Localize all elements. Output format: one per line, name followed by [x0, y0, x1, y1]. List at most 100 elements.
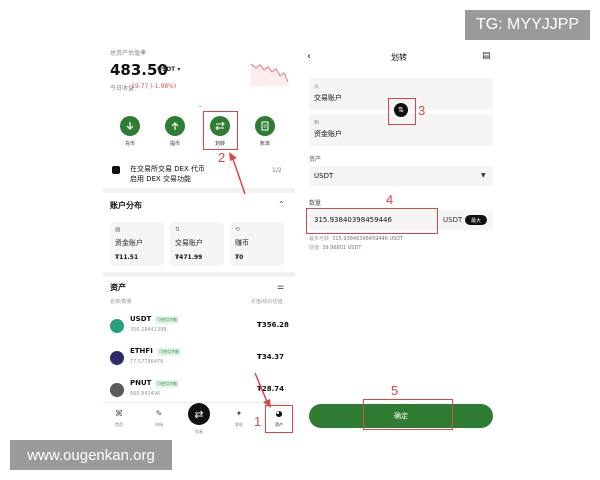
- quantity-unit: USDT: [443, 216, 463, 224]
- to-label: 到: [314, 120, 320, 126]
- earn-account-name: 赚币: [235, 239, 249, 247]
- quantity-label: 数量: [309, 200, 322, 207]
- trading-account-card[interactable]: ⇅ 交易账户 ₮471.99: [170, 222, 224, 266]
- nav-discover[interactable]: ✦ 发现: [227, 409, 251, 428]
- asset-label: 资产: [309, 156, 322, 163]
- funding-account-value: ₮11.51: [115, 254, 139, 261]
- withdraw-label: 提币: [169, 141, 180, 147]
- bill-icon: [255, 116, 275, 136]
- record-icon[interactable]: ▤: [482, 51, 491, 61]
- screenshot-canvas: 总资产估值 ◉ 483.50 USDT ▾ 今日收益 -19.77 (-1.98…: [0, 0, 600, 480]
- nav-trade-label: 交易: [195, 429, 203, 434]
- asset-tag: 可使用余额: [155, 380, 179, 388]
- ethfi-logo-icon: [110, 351, 124, 365]
- earn-icon: ⟲: [235, 226, 241, 233]
- nav-home-label: 首页: [115, 422, 123, 427]
- balance-sparkline: [251, 63, 289, 86]
- valuation-label: 估值: [309, 245, 320, 251]
- asset-amount: ₮34.37: [257, 353, 285, 361]
- discover-icon: ✦: [235, 409, 243, 418]
- valuation-value: 39.96801 USDT: [322, 245, 362, 251]
- chevron-up-icon[interactable]: ⌃: [278, 200, 285, 209]
- arrow-icon: [254, 372, 271, 408]
- divider: [103, 272, 295, 277]
- page-title: 划转: [391, 53, 407, 62]
- asset-symbol: PNUT: [130, 379, 152, 387]
- column-header-value: 价值/现价估值: [251, 299, 283, 305]
- wallet-icon: [112, 166, 120, 174]
- site-watermark: www.ougenkan.org: [10, 440, 172, 470]
- asset-qty: 665.843496: [130, 391, 161, 397]
- arrow-icon: [229, 152, 246, 195]
- asset-symbol: USDT: [130, 315, 152, 323]
- earn-account-value: ₮0: [235, 254, 244, 261]
- asset-tag: 可使用余额: [155, 316, 179, 324]
- funding-account-name: 资金账户: [115, 239, 143, 247]
- asset-row-usdt[interactable]: USDT 可使用余额 356.28441398 ₮356.28: [103, 313, 295, 345]
- market-icon: ✎: [155, 409, 163, 418]
- step-3-label: 3: [418, 103, 426, 118]
- step-5-label: 5: [391, 383, 399, 398]
- highlight-swap: [388, 98, 416, 125]
- from-value: 交易账户: [314, 94, 342, 102]
- valuation-line: 估值 39.96801 USDT: [309, 244, 361, 251]
- trade-icon[interactable]: ⇄: [188, 403, 210, 425]
- tg-watermark: TG: MYYJJPP: [465, 10, 590, 40]
- asset-qty: 77.57786476: [130, 359, 164, 365]
- nav-market[interactable]: ✎ 市场: [147, 409, 171, 428]
- usdt-logo-icon: [110, 319, 124, 333]
- highlight-confirm: [363, 399, 453, 430]
- to-value: 资金账户: [314, 130, 342, 138]
- nav-trade[interactable]: 交易: [187, 429, 211, 435]
- step-1-label: 1: [254, 414, 262, 429]
- column-header-name: 名称/数量: [110, 299, 132, 305]
- dex-banner-line1: 在交易所交易 DEX 代币: [130, 165, 206, 173]
- max-transferable-line: 最多可转 315.93840398459446 USDT: [309, 235, 403, 242]
- chevron-down-icon[interactable]: ⌄: [197, 100, 204, 109]
- withdraw-button[interactable]: 提币: [162, 116, 188, 147]
- divider: [103, 188, 295, 193]
- bill-button[interactable]: 账单: [252, 116, 278, 147]
- trading-account-name: 交易账户: [175, 239, 203, 247]
- balance-unit[interactable]: USDT ▾: [157, 66, 180, 73]
- bill-label: 账单: [259, 141, 270, 147]
- dex-banner[interactable]: 在交易所交易 DEX 代币 启用 DEX 交易功能 1/2: [110, 162, 288, 184]
- asset-select[interactable]: USDT ▼: [309, 166, 493, 186]
- funding-icon: ▤: [115, 226, 121, 233]
- max-transferable-label: 最多可转: [309, 236, 330, 242]
- highlight-quantity: [306, 208, 438, 234]
- eye-icon[interactable]: ◉: [140, 48, 146, 56]
- step-4-label: 4: [386, 192, 394, 207]
- asset-amount: ₮356.28: [257, 321, 289, 329]
- caret-down-icon: ▼: [481, 172, 486, 179]
- step-2-label: 2: [218, 150, 226, 165]
- highlight-assets-tab: [265, 405, 293, 433]
- from-label: 从: [314, 84, 320, 90]
- earn-account-card[interactable]: ⟲ 赚币 ₮0: [230, 222, 284, 266]
- download-icon: [120, 116, 140, 136]
- total-estimate-label: 总资产估值: [110, 50, 141, 57]
- trading-account-value: ₮471.99: [175, 254, 203, 261]
- dex-banner-line2: 启用 DEX 交易功能: [130, 175, 192, 183]
- dex-banner-page: 1/2: [272, 167, 282, 174]
- asset-tag: 可使用余额: [157, 348, 181, 356]
- asset-qty: 356.28441398: [130, 327, 167, 333]
- deposit-label: 充币: [124, 141, 135, 147]
- funding-account-card[interactable]: ▤ 资金账户 ₮11.51: [110, 222, 164, 266]
- assets-title: 资产: [110, 283, 126, 292]
- nav-market-label: 市场: [155, 422, 163, 427]
- highlight-transfer: [203, 111, 238, 150]
- max-button[interactable]: 最大: [465, 215, 487, 225]
- max-transferable-value: 315.93840398459446 USDT: [332, 236, 404, 242]
- asset-symbol: ETHFI: [130, 347, 153, 355]
- pnut-logo-icon: [110, 383, 124, 397]
- nav-home[interactable]: ⌘ 首页: [107, 409, 131, 428]
- nav-discover-label: 发现: [235, 422, 243, 427]
- trading-icon: ⇅: [175, 226, 181, 233]
- account-distribution-title: 账户分布: [110, 201, 142, 210]
- back-icon[interactable]: ‹: [307, 51, 311, 62]
- filter-icon[interactable]: ⚌: [277, 282, 284, 291]
- today-pnl-value: -19.77 (-1.98%): [129, 83, 177, 90]
- deposit-button[interactable]: 充币: [117, 116, 143, 147]
- upload-icon: [165, 116, 185, 136]
